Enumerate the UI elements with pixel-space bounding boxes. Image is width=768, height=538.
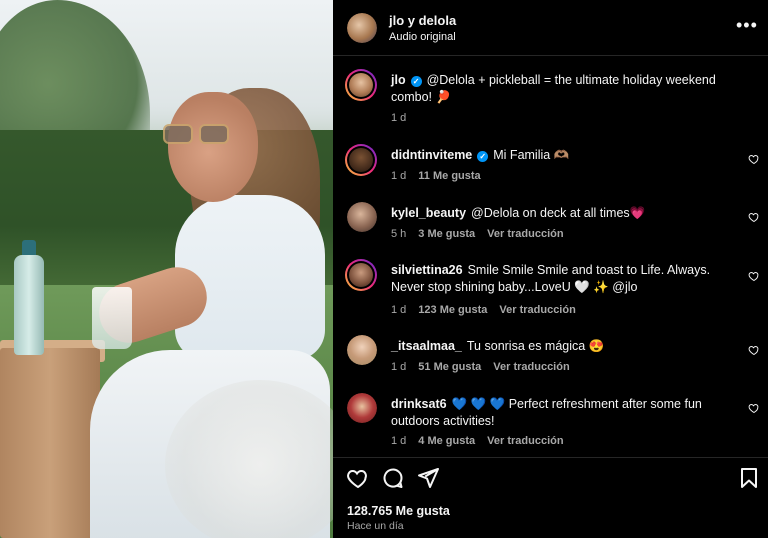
media-sunglasses [163, 124, 233, 144]
comment-avatar[interactable] [347, 202, 377, 232]
comment-time: 1 d [391, 361, 407, 373]
translate-link[interactable]: Ver traducción [487, 228, 563, 240]
comment-text-block: _itsaalmaa_ Tu sonrisa es mágica 😍 [391, 338, 736, 355]
comments-panel: jlo y delola Audio original ••• jlo ✓ @Del… [333, 0, 768, 538]
comment-username[interactable]: didntinviteme [391, 148, 472, 162]
comment-avatar[interactable] [345, 259, 377, 291]
comment-time: 1 d [391, 304, 407, 316]
caption-text: @Delola + pickleball = the ultimate holi… [391, 73, 716, 104]
likes-count[interactable]: 128.765 Me gusta [347, 504, 450, 518]
send-icon[interactable] [416, 466, 440, 490]
audio-label[interactable]: Audio original [389, 31, 456, 43]
caption-username[interactable]: jlo [391, 73, 406, 87]
comment-likes[interactable]: 3 Me gusta [418, 228, 475, 240]
translate-link[interactable]: Ver traducción [493, 361, 569, 373]
comment-meta: 1 d 51 Me gusta Ver traducción [391, 361, 582, 373]
bookmark-icon[interactable] [737, 466, 761, 490]
heart-outline-icon[interactable] [748, 270, 760, 282]
comment-text-block: silviettina26 Smile Smile Smile and toast… [391, 262, 736, 296]
translate-link[interactable]: Ver traducción [499, 304, 575, 316]
comment-likes[interactable]: 123 Me gusta [418, 304, 487, 316]
author-name[interactable]: jlo y delola [389, 13, 456, 28]
more-horizontal-icon[interactable]: ••• [736, 16, 757, 38]
comment-text-block: kylel_beauty @Delola on deck at all times… [391, 205, 736, 222]
media-table [0, 348, 100, 538]
comment-username[interactable]: drinksat6 [391, 397, 447, 411]
comment-meta: 1 d 123 Me gusta Ver traducción [391, 304, 588, 316]
heart-icon[interactable] [346, 466, 370, 490]
post-actions: 128.765 Me gusta Hace un día [333, 457, 768, 538]
verified-badge-icon: ✓ [477, 151, 489, 162]
comment-avatar[interactable] [345, 144, 377, 176]
comment-meta: 1 d 11 Me gusta [391, 170, 493, 182]
comment-likes[interactable]: 51 Me gusta [418, 361, 481, 373]
comment-meta: 1 d 4 Me gusta Ver traducción [391, 435, 576, 447]
comment-time: 1 d [391, 435, 407, 447]
comment-username[interactable]: silviettina26 [391, 263, 463, 277]
heart-outline-icon[interactable] [748, 402, 760, 414]
comment-meta: 5 h 3 Me gusta Ver traducción [391, 228, 576, 240]
translate-link[interactable]: Ver traducción [487, 435, 563, 447]
heart-outline-icon[interactable] [748, 211, 760, 223]
verified-badge-icon: ✓ [410, 76, 422, 87]
heart-outline-icon[interactable] [748, 153, 760, 165]
comment-text: @Delola on deck at all times💗 [471, 206, 646, 220]
posted-time: Hace un día [347, 520, 404, 532]
post-header: jlo y delola Audio original ••• [333, 0, 768, 56]
comments-list[interactable]: jlo ✓ @Delola + pickleball = the ultimate … [333, 57, 768, 457]
caption-time: 1 d [391, 112, 407, 124]
comment-username[interactable]: _itsaalmaa_ [391, 339, 462, 353]
comment-text-block: drinksat6 💙 💙 💙 Perfect refreshment after… [391, 396, 736, 430]
comment-icon[interactable] [381, 466, 405, 490]
post-media-video[interactable] [0, 0, 333, 538]
media-drink-glass [92, 287, 132, 349]
comment-text: Tu sonrisa es mágica 😍 [466, 339, 605, 353]
heart-outline-icon[interactable] [748, 344, 760, 356]
media-bottle [14, 255, 44, 355]
comment-time: 5 h [391, 228, 407, 240]
author-avatar[interactable] [347, 13, 377, 43]
comment-avatar[interactable] [347, 393, 377, 423]
comment-time: 1 d [391, 170, 407, 182]
comment-text: Mi Familia 🫶🏽 [493, 148, 570, 162]
comment-username[interactable]: kylel_beauty [391, 206, 466, 220]
comment-text-block: didntinviteme ✓ Mi Familia 🫶🏽 [391, 147, 736, 164]
comment-likes[interactable]: 4 Me gusta [418, 435, 475, 447]
media-person-head [168, 92, 258, 202]
caption-text-block: jlo ✓ @Delola + pickleball = the ultimate … [391, 72, 736, 106]
caption-avatar[interactable] [345, 69, 377, 101]
caption-meta: 1 d [391, 112, 418, 124]
comment-avatar[interactable] [347, 335, 377, 365]
comment-likes[interactable]: 11 Me gusta [418, 170, 480, 182]
